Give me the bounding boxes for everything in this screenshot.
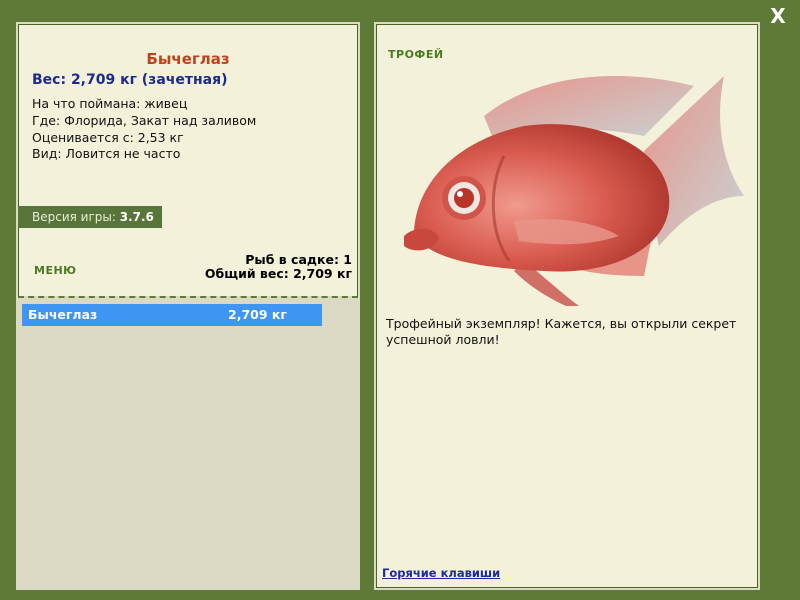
location-info: Где: Флорида, Закат над заливом xyxy=(32,113,257,128)
list-item[interactable]: Бычеглаз 2,709 кг xyxy=(22,304,322,326)
catch-info-panel: Бычеглаз Вес: 2,709 кг (зачетная) На что… xyxy=(16,22,360,590)
list-item-weight: 2,709 кг xyxy=(228,307,287,322)
net-fish-count: Рыб в садке: 1 xyxy=(245,252,352,267)
fish-weight: Вес: 2,709 кг (зачетная) xyxy=(32,72,228,88)
version-label: Версия игры: xyxy=(32,210,116,224)
menu-button[interactable]: МЕНЮ xyxy=(34,264,77,277)
net-total-weight: Общий вес: 2,709 кг xyxy=(204,266,352,281)
list-item-name: Бычеглаз xyxy=(28,307,98,322)
version-number: 3.7.6 xyxy=(119,210,154,224)
catch-list: Бычеглаз 2,709 кг xyxy=(18,296,358,590)
close-button[interactable]: X xyxy=(766,4,790,28)
bait-info: На что поймана: живец xyxy=(32,96,188,111)
trophy-message: Трофейный экземпляр! Кажется, вы открыли… xyxy=(386,316,737,347)
version-badge: Версия игры: 3.7.6 xyxy=(18,206,162,228)
fish-name-title: Бычеглаз xyxy=(146,50,230,68)
hotkeys-link[interactable]: Горячие клавиши xyxy=(382,566,500,580)
rarity-info: Вид: Ловится не часто xyxy=(32,146,181,161)
trophy-panel: ТРОФЕЙ Трофейный экземпляр! Кажется, вы … xyxy=(374,22,760,590)
value-info: Оценивается с: 2,53 кг xyxy=(32,130,184,145)
fish-image xyxy=(404,76,744,306)
